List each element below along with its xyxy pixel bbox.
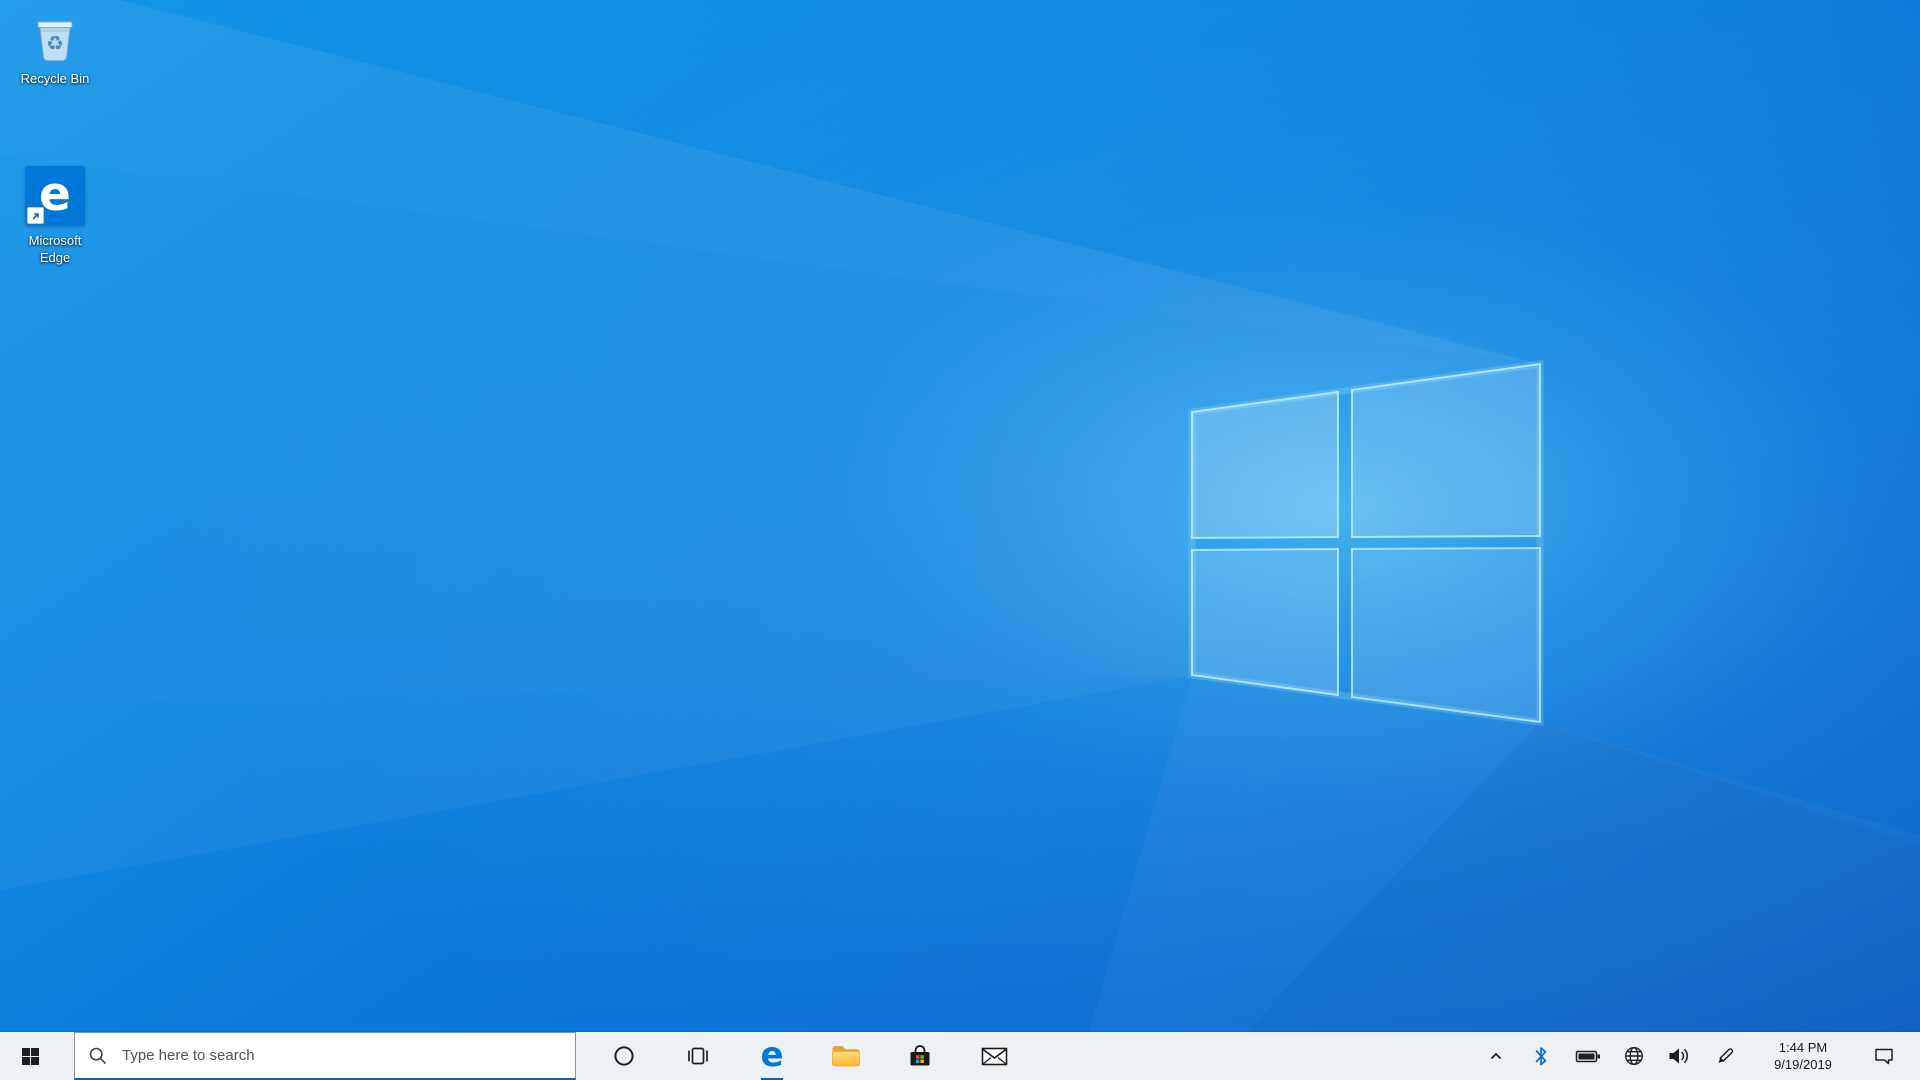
clock-time: 1:44 PM (1778, 1040, 1828, 1055)
cortana-button[interactable] (600, 1032, 648, 1080)
task-view-button[interactable] (674, 1032, 722, 1080)
desktop-icon-label: Microsoft Edge (28, 233, 82, 265)
clock-date: 9/19/2019 (1774, 1057, 1832, 1072)
show-hidden-icons-button[interactable] (1474, 1032, 1518, 1080)
desktop-icon-microsoft-edge[interactable]: e Microsoft Edge (3, 166, 107, 267)
windows-logo-icon (21, 1047, 39, 1065)
microsoft-store-button[interactable] (896, 1032, 944, 1080)
search-input[interactable] (120, 1032, 575, 1079)
network-button[interactable] (1612, 1032, 1656, 1080)
taskbar-search-box[interactable] (74, 1032, 576, 1080)
cortana-circle-icon (614, 1046, 634, 1066)
speaker-icon (1669, 1048, 1689, 1064)
search-icon (89, 1047, 107, 1064)
bluetooth-icon (1535, 1047, 1547, 1066)
desktop-icon-label: Recycle Bin (20, 71, 90, 86)
taskbar-clock[interactable]: 1:44 PM 9/19/2019 (1748, 1032, 1858, 1080)
action-center-button[interactable] (1858, 1032, 1910, 1080)
taskbar-pinned-apps: e (600, 1032, 1018, 1080)
mail-envelope-icon (981, 1047, 1007, 1065)
taskbar-edge-button[interactable]: e (748, 1032, 796, 1080)
system-tray: 1:44 PM 9/19/2019 (1474, 1032, 1920, 1080)
bluetooth-button[interactable] (1518, 1032, 1564, 1080)
mail-button[interactable] (970, 1032, 1018, 1080)
action-center-icon (1875, 1048, 1893, 1065)
taskbar: e (0, 1032, 1920, 1080)
start-button[interactable] (0, 1032, 60, 1080)
network-globe-icon (1624, 1046, 1644, 1066)
windows-ink-button[interactable] (1702, 1032, 1748, 1080)
task-view-icon (688, 1047, 708, 1065)
edge-tile: e (25, 166, 85, 226)
desktop-icon-recycle-bin[interactable]: ♻ Recycle Bin (3, 12, 107, 88)
chevron-up-icon (1490, 1052, 1502, 1060)
folder-icon (832, 1046, 860, 1067)
battery-button[interactable] (1564, 1032, 1612, 1080)
file-explorer-button[interactable] (822, 1032, 870, 1080)
shortcut-arrow-badge (27, 207, 44, 224)
wallpaper-image (0, 0, 1920, 1080)
store-bag-icon (910, 1045, 930, 1066)
svg-text:♻: ♻ (46, 31, 64, 55)
pen-icon (1718, 1048, 1734, 1063)
shortcut-arrow-icon (32, 212, 39, 219)
edge-e-icon: e (760, 1034, 784, 1075)
recycle-bin-icon: ♻ (37, 21, 73, 62)
battery-icon (1575, 1050, 1600, 1063)
volume-button[interactable] (1656, 1032, 1702, 1080)
